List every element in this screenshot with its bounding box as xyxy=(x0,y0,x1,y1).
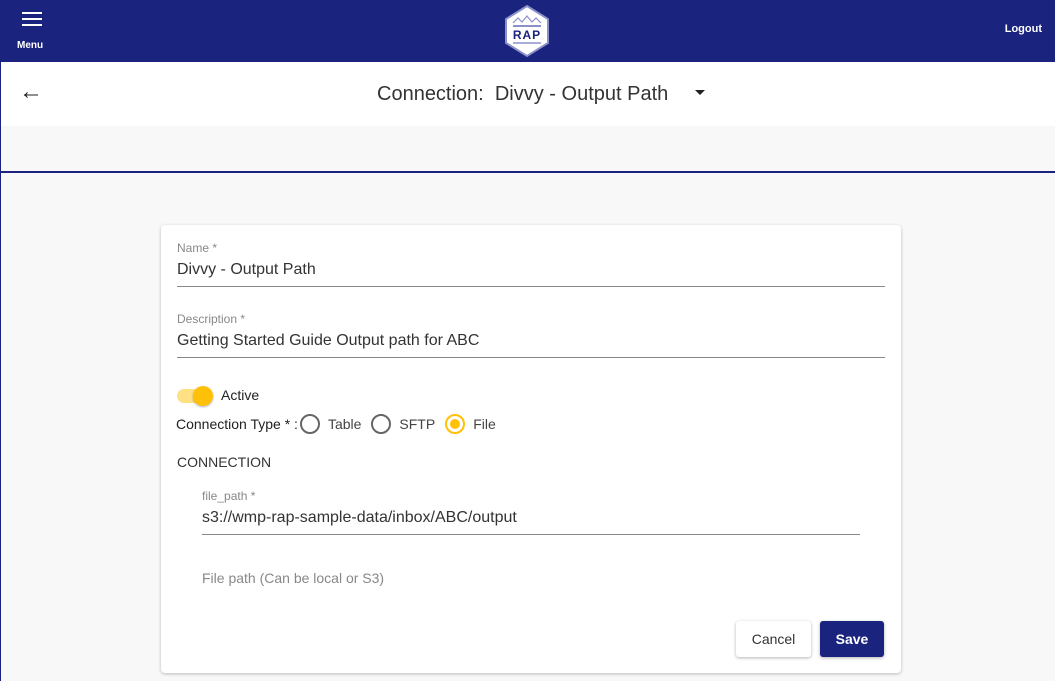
page-subheader: ← Connection: Divvy - Output Path xyxy=(1,62,1055,126)
description-label: Description * xyxy=(177,312,246,326)
back-arrow-icon[interactable]: ← xyxy=(19,78,43,106)
save-button[interactable]: Save xyxy=(820,621,884,657)
radio-sftp[interactable] xyxy=(371,414,392,434)
radio-table[interactable] xyxy=(299,414,320,434)
name-label: Name * xyxy=(177,241,218,255)
connection-type-label: Connection Type * : xyxy=(176,416,298,432)
radio-file-label: File xyxy=(473,416,496,432)
menu-button[interactable]: Menu xyxy=(17,10,47,51)
file-path-help: File path (Can be local or S3) xyxy=(202,570,385,586)
file-path-input[interactable]: s3://wmp-rap-sample-data/inbox/ABC/outpu… xyxy=(202,509,860,534)
active-label: Active xyxy=(221,387,260,403)
app-header: Menu RAP Logout xyxy=(1,0,1055,62)
menu-label: Menu xyxy=(17,40,44,51)
name-field[interactable]: Name * Divvy - Output Path xyxy=(177,241,885,287)
rap-logo[interactable]: RAP xyxy=(504,4,550,63)
connection-form-card: Name * Divvy - Output Path Description *… xyxy=(161,225,901,673)
hamburger-icon xyxy=(22,12,42,26)
description-input[interactable]: Getting Started Guide Output path for AB… xyxy=(177,332,885,357)
name-input[interactable]: Divvy - Output Path xyxy=(177,261,885,286)
connection-section-title: CONNECTION xyxy=(177,454,272,470)
radio-file[interactable] xyxy=(445,414,466,434)
file-path-label: file_path * xyxy=(202,489,256,503)
cancel-button[interactable]: Cancel xyxy=(736,621,811,657)
svg-text:RAP: RAP xyxy=(513,28,541,42)
file-path-field[interactable]: file_path * s3://wmp-rap-sample-data/inb… xyxy=(202,489,860,535)
radio-sftp-label: SFTP xyxy=(399,416,436,432)
header-divider xyxy=(1,171,1055,173)
description-field[interactable]: Description * Getting Started Guide Outp… xyxy=(177,312,885,358)
logout-button[interactable]: Logout xyxy=(1005,23,1042,35)
page-title: Connection: Divvy - Output Path xyxy=(377,83,669,105)
radio-table-label: Table xyxy=(327,416,362,432)
active-toggle[interactable] xyxy=(177,386,213,406)
connection-dropdown-caret-icon[interactable] xyxy=(695,90,705,95)
connection-type-group: Connection Type * : Table SFTP File xyxy=(176,414,506,434)
